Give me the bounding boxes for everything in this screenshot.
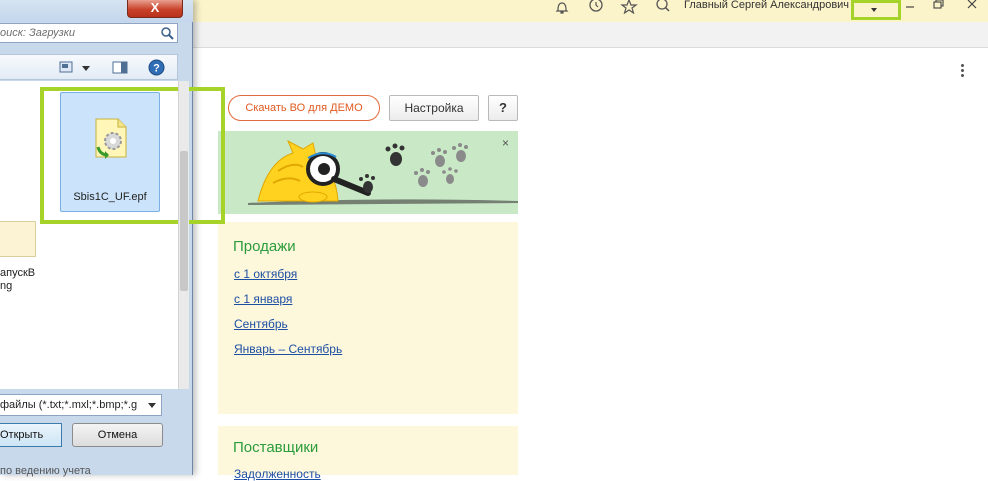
cat-detective-illustration [248, 139, 518, 205]
suppliers-link-debt[interactable]: Задолженность [234, 467, 321, 481]
scrollbar-thumb[interactable] [180, 151, 188, 291]
file-highlight-box [40, 87, 225, 224]
minimize-icon[interactable] [902, 0, 922, 14]
file-type-select[interactable]: файлы (*.txt;*.mxl;*.bmp;*.g [0, 394, 162, 416]
help-button[interactable]: ? [488, 95, 518, 121]
sales-link-september[interactable]: Сентябрь [234, 317, 288, 331]
restore-icon[interactable] [930, 0, 950, 14]
sales-link-jan-sep[interactable]: Январь – Сентябрь [234, 342, 342, 356]
chevron-down-icon [148, 403, 156, 408]
help-icon[interactable]: ? [148, 59, 165, 79]
file-type-value: файлы (*.txt;*.mxl;*.bmp;*.g [0, 399, 138, 411]
sales-link-oct[interactable]: с 1 октября [234, 267, 297, 281]
dialog-titlebar[interactable]: X [0, 0, 193, 22]
dialog-close-button[interactable]: X [127, 0, 183, 18]
promo-banner[interactable]: × [218, 131, 518, 214]
chevron-down-icon[interactable] [82, 66, 90, 71]
history-icon[interactable] [588, 0, 604, 16]
sales-title: Продажи [233, 238, 296, 255]
close-window-icon[interactable] [963, 0, 983, 14]
suppliers-panel: Поставщики Задолженность [218, 426, 518, 481]
sales-link-jan[interactable]: с 1 января [234, 292, 292, 306]
star-icon[interactable] [620, 0, 638, 16]
close-icon: X [150, 0, 160, 15]
svg-text:?: ? [153, 63, 160, 75]
cancel-button[interactable]: Отмена [72, 423, 163, 447]
file-item-label[interactable]: апускВ ng [0, 267, 35, 293]
preview-pane-icon[interactable] [112, 61, 128, 77]
banner-close-icon[interactable]: × [502, 137, 509, 149]
file-icon[interactable] [0, 221, 36, 257]
download-demo-button[interactable]: Скачать ВО для ДЕМО [228, 95, 380, 121]
user-menu-button[interactable] [851, 0, 901, 20]
file-list-scrollbar[interactable] [178, 81, 189, 389]
view-options-icon[interactable] [59, 61, 73, 76]
sales-panel: Продажи с 1 октября с 1 января Сентябрь … [218, 222, 518, 414]
dialog-toolbar: ? [0, 54, 178, 80]
open-file-dialog: X оиск: Загрузки ? апускВ ng Sbis1C_UF.e… [0, 0, 225, 477]
dialog-bottom-text: по ведению учета [0, 465, 91, 477]
bell-icon[interactable] [554, 0, 570, 16]
dialog-search-placeholder: оиск: Загрузки [0, 27, 76, 39]
dialog-search-input[interactable]: оиск: Загрузки [0, 23, 178, 43]
chevron-down-icon [871, 8, 877, 12]
suppliers-title: Поставщики [233, 439, 319, 456]
open-button[interactable]: Открыть [0, 423, 62, 447]
search-icon[interactable] [655, 0, 671, 16]
settings-button[interactable]: Настройка [389, 95, 479, 121]
search-icon[interactable] [161, 27, 174, 43]
more-menu-icon[interactable] [959, 64, 965, 78]
user-name[interactable]: Главный Сергей Александрович [684, 0, 854, 16]
